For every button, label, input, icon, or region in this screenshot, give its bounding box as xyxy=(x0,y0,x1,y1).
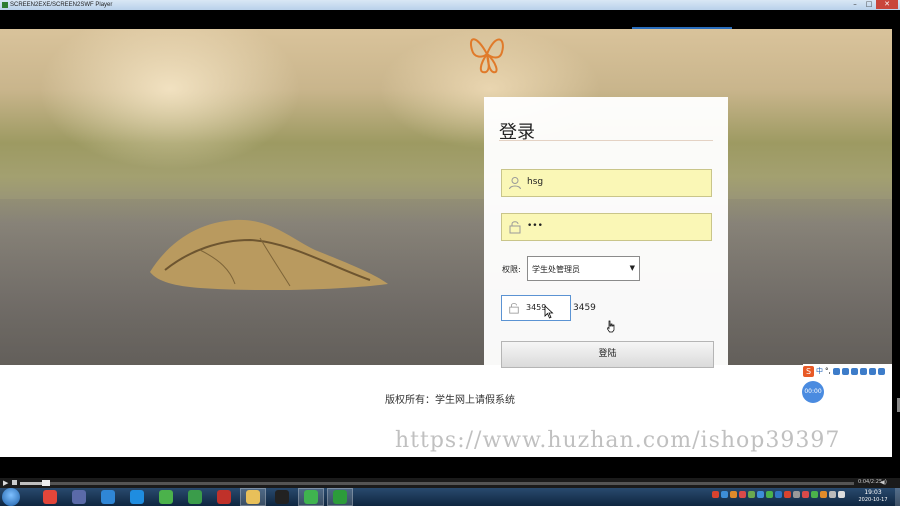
window-controls: – □ ✕ xyxy=(848,0,898,10)
chevron-down-icon: ▼ xyxy=(629,264,635,272)
lock-icon xyxy=(509,221,521,234)
keyboard-icon[interactable] xyxy=(850,367,858,375)
clock-time: 19:03 xyxy=(864,489,882,496)
player-controls: ▶ 0:04/2:25 ◀) xyxy=(0,478,900,488)
captcha-input[interactable]: 3459 xyxy=(501,295,571,321)
light-bokeh xyxy=(40,29,300,169)
clock-date: 2020-10-17 xyxy=(858,497,888,503)
taskbar-app-chrome-icon[interactable] xyxy=(43,490,57,504)
user-icon xyxy=(509,177,521,190)
tray-icon[interactable] xyxy=(721,491,728,498)
tray-icon[interactable] xyxy=(775,491,782,498)
tray-icon[interactable] xyxy=(811,491,818,498)
taskbar-app-green-app-icon[interactable] xyxy=(159,490,173,504)
taskbar-app-screen2exe-icon[interactable] xyxy=(333,490,347,504)
password-field[interactable]: ••• xyxy=(501,213,712,241)
username-value: hsg xyxy=(527,177,544,187)
hand-cursor-icon xyxy=(607,320,615,333)
copyright-text: 版权所有：学生网上请假系统 xyxy=(385,395,515,406)
taskbar-app-qq-icon[interactable] xyxy=(275,490,289,504)
seek-track[interactable] xyxy=(20,482,854,485)
seek-thumb[interactable] xyxy=(42,480,50,486)
ime-punct[interactable]: °, xyxy=(825,367,831,375)
taskbar: 19:03 2020-10-17 xyxy=(0,488,900,506)
tray-icon[interactable] xyxy=(766,491,773,498)
right-edge xyxy=(892,29,900,457)
player-time: 0:04/2:25 xyxy=(858,479,883,485)
role-select[interactable]: 学生处管理员 ▼ xyxy=(527,256,640,281)
arrow-cursor-icon xyxy=(544,305,554,319)
play-icon[interactable]: ▶ xyxy=(3,479,8,487)
taskbar-app-folder-icon[interactable] xyxy=(246,490,260,504)
taskbar-app-browser-icon[interactable] xyxy=(130,490,144,504)
title-divider xyxy=(499,140,713,141)
tray-icon[interactable] xyxy=(757,491,764,498)
tray-icon[interactable] xyxy=(784,491,791,498)
taskbar-app-cloud-icon[interactable] xyxy=(101,490,115,504)
tray-icon[interactable] xyxy=(820,491,827,498)
app-icon xyxy=(2,2,8,8)
tray-icon[interactable] xyxy=(712,491,719,498)
tray-icon[interactable] xyxy=(802,491,809,498)
tray-icon[interactable] xyxy=(730,491,737,498)
role-label: 权限: xyxy=(502,265,521,274)
skin-icon[interactable] xyxy=(859,367,867,375)
captcha-code[interactable]: 3459 xyxy=(573,303,596,313)
toolbox-icon[interactable] xyxy=(868,367,876,375)
taskbar-app-flash-icon[interactable] xyxy=(217,490,231,504)
taskbar-app-chart-app-icon[interactable] xyxy=(188,490,202,504)
role-selected: 学生处管理员 xyxy=(532,265,580,274)
watermark-text: https://www.huzhan.com/ishop39397 xyxy=(395,428,841,453)
password-value: ••• xyxy=(527,221,543,231)
mic-icon[interactable] xyxy=(841,367,849,375)
tray-icon[interactable] xyxy=(739,491,746,498)
tray-icon[interactable] xyxy=(793,491,800,498)
stop-icon[interactable] xyxy=(12,480,17,485)
start-button[interactable] xyxy=(2,488,20,506)
tray-icon[interactable] xyxy=(838,491,845,498)
volume-icon[interactable]: ◀) xyxy=(880,479,887,486)
close-button[interactable]: ✕ xyxy=(876,0,898,9)
butterfly-logo xyxy=(470,38,504,74)
show-desktop-button[interactable] xyxy=(895,488,900,506)
emoji-icon[interactable] xyxy=(832,367,840,375)
lock-icon xyxy=(509,303,519,314)
tray-icon[interactable] xyxy=(748,491,755,498)
tray-icon[interactable] xyxy=(829,491,836,498)
clock[interactable]: 19:03 2020-10-17 xyxy=(853,489,893,504)
taskbar-app-wechat-icon[interactable] xyxy=(304,490,318,504)
ime-mode[interactable]: 中 xyxy=(816,366,823,376)
background-photo xyxy=(0,29,892,365)
more-icon[interactable] xyxy=(877,367,885,375)
username-field[interactable]: hsg xyxy=(501,169,712,197)
sogou-icon[interactable]: S xyxy=(803,365,814,377)
window-title: SCREEN2EXE/SCREEN2SWF Player xyxy=(10,2,113,8)
leaf-image xyxy=(150,219,388,290)
maximize-button[interactable]: □ xyxy=(862,0,876,9)
system-tray xyxy=(712,491,845,498)
road-surface xyxy=(0,199,892,365)
taskbar-app-media-player-icon[interactable] xyxy=(72,490,86,504)
top-black-band xyxy=(0,10,900,29)
window-titlebar: SCREEN2EXE/SCREEN2SWF Player – □ ✕ xyxy=(0,0,900,10)
minimize-button[interactable]: – xyxy=(848,0,862,9)
ime-toolbar[interactable]: S 中 °, xyxy=(803,364,892,378)
overlay-badge[interactable]: 00:00 xyxy=(802,381,824,403)
login-button[interactable]: 登陆 xyxy=(501,341,714,368)
